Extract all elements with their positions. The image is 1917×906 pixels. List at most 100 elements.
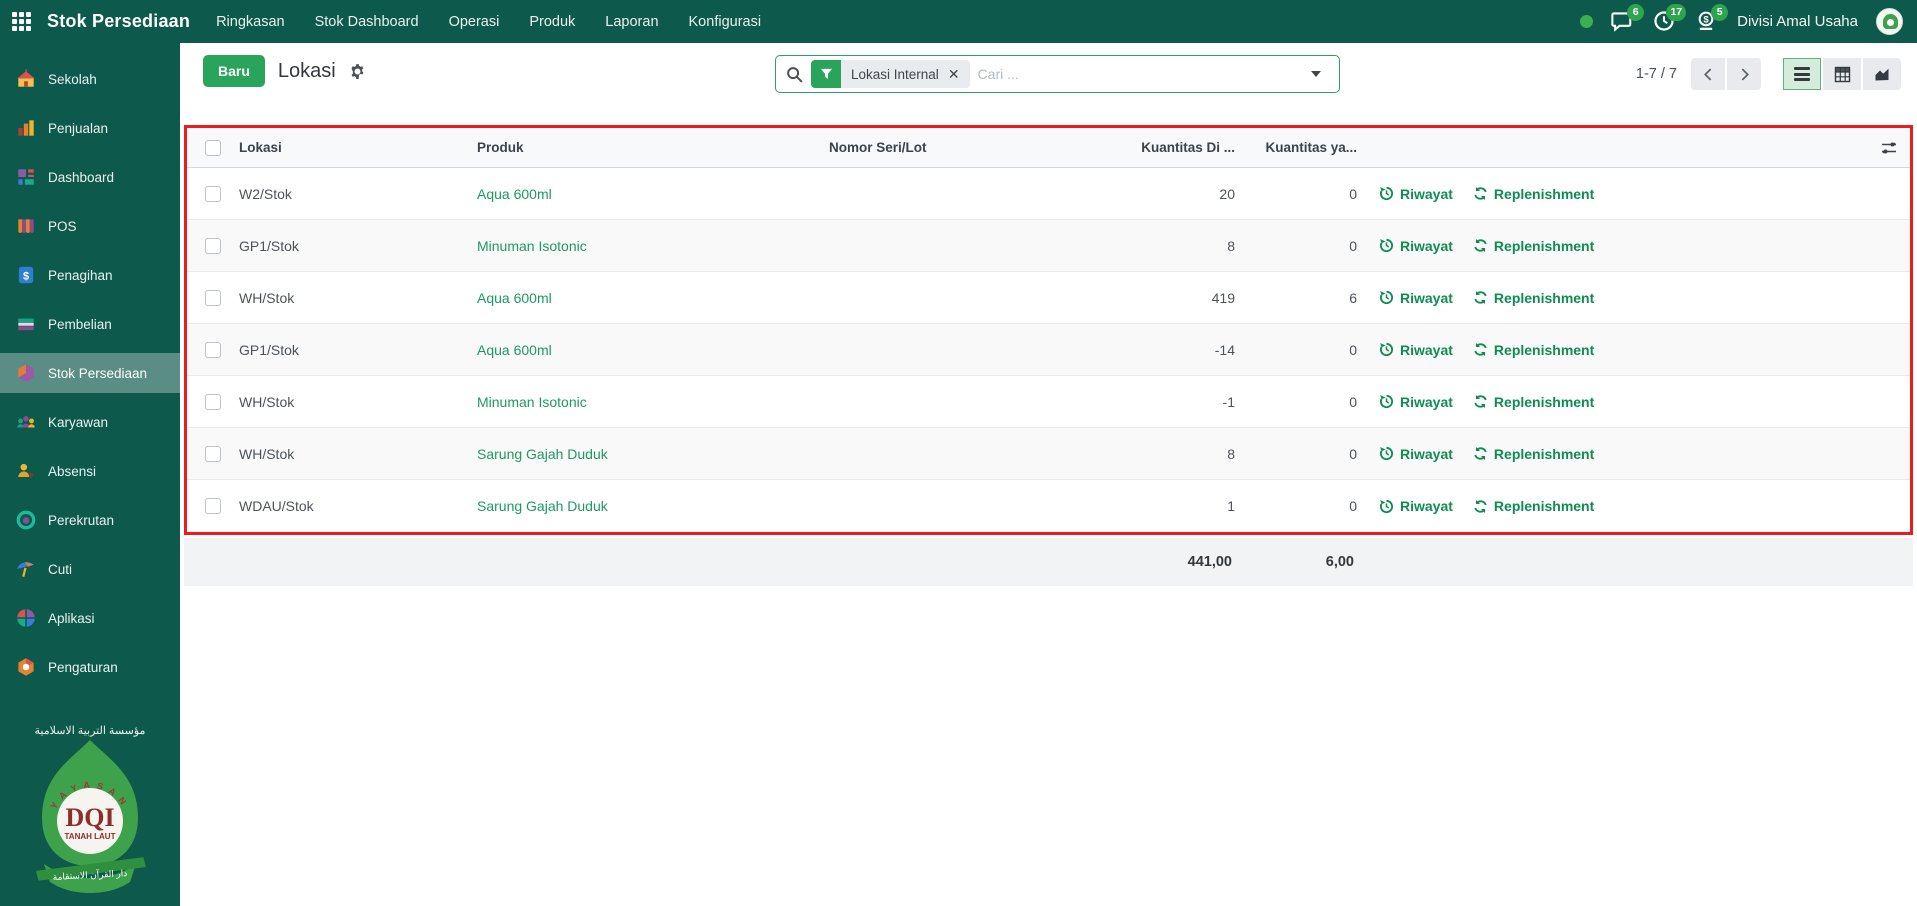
history-button[interactable]: Riwayat	[1379, 342, 1453, 358]
table-row[interactable]: GP1/Stok Minuman Isotonic 8 0 Riwayat Re…	[187, 220, 1910, 272]
sidebar-item-karyawan[interactable]: Karyawan	[0, 402, 180, 442]
table-row[interactable]: WH/Stok Aqua 600ml 419 6 Riwayat Repleni…	[187, 272, 1910, 324]
menu-stok-dashboard[interactable]: Stok Dashboard	[315, 14, 419, 30]
column-header-produk[interactable]: Produk	[477, 140, 829, 155]
table-header-row: Lokasi Produk Nomor Seri/Lot Kuantitas D…	[187, 128, 1910, 168]
column-header-serial[interactable]: Nomor Seri/Lot	[829, 140, 1129, 155]
history-icon	[1379, 446, 1394, 461]
cell-produk-link[interactable]: Sarung Gajah Duduk	[477, 498, 829, 514]
sidebar-item-pos[interactable]: POS	[0, 206, 180, 246]
user-name[interactable]: Divisi Amal Usaha	[1737, 13, 1858, 30]
replenishment-button[interactable]: Replenishment	[1473, 186, 1594, 202]
history-button[interactable]: Riwayat	[1379, 446, 1453, 462]
sidebar-item-label: Cuti	[48, 562, 72, 577]
cell-produk-link[interactable]: Aqua 600ml	[477, 290, 829, 306]
actions-gear-icon[interactable]	[349, 63, 366, 80]
replenishment-button[interactable]: Replenishment	[1473, 238, 1594, 254]
history-button[interactable]: Riwayat	[1379, 186, 1453, 202]
facet-remove-icon[interactable]: ✕	[948, 67, 960, 81]
cell-qty-on-hand: -14	[1129, 342, 1241, 358]
cell-produk-link[interactable]: Minuman Isotonic	[477, 238, 829, 254]
main-menu: Ringkasan Stok Dashboard Operasi Produk …	[216, 14, 761, 30]
sidebar-item-stok-persediaan[interactable]: Stok Persediaan	[0, 353, 180, 393]
row-checkbox[interactable]	[205, 342, 221, 358]
pager-text: 1-7 / 7	[1636, 66, 1677, 82]
search-dropdown-caret[interactable]	[1301, 65, 1331, 83]
view-switcher-graph[interactable]	[1863, 58, 1901, 90]
online-status-dot	[1580, 15, 1593, 28]
cell-lokasi: W2/Stok	[239, 186, 477, 202]
history-button[interactable]: Riwayat	[1379, 290, 1453, 306]
sidebar-item-sekolah[interactable]: Sekolah	[0, 59, 180, 99]
column-header-lokasi[interactable]: Lokasi	[239, 140, 477, 155]
row-checkbox[interactable]	[205, 186, 221, 202]
table-row[interactable]: GP1/Stok Aqua 600ml -14 0 Riwayat Replen…	[187, 324, 1910, 376]
menu-laporan[interactable]: Laporan	[605, 14, 658, 30]
cell-produk-link[interactable]: Aqua 600ml	[477, 342, 829, 358]
sidebar-item-penjualan[interactable]: Penjualan	[0, 108, 180, 148]
search-input[interactable]	[978, 66, 1301, 82]
apps-menu-icon[interactable]	[12, 12, 31, 31]
cell-produk-link[interactable]: Sarung Gajah Duduk	[477, 446, 829, 462]
table-row[interactable]: W2/Stok Aqua 600ml 20 0 Riwayat Replenis…	[187, 168, 1910, 220]
replenishment-button[interactable]: Replenishment	[1473, 290, 1594, 306]
row-checkbox[interactable]	[205, 290, 221, 306]
sidebar-item-label: POS	[48, 219, 77, 234]
messages-badge: 6	[1627, 4, 1644, 21]
table-row[interactable]: WDAU/Stok Sarung Gajah Duduk 1 0 Riwayat…	[187, 480, 1910, 532]
history-icon	[1379, 342, 1394, 357]
column-header-qty-reserved[interactable]: Kuantitas ya...	[1241, 140, 1363, 155]
sidebar-item-pengaturan[interactable]: Pengaturan	[0, 647, 180, 687]
replenishment-button[interactable]: Replenishment	[1473, 498, 1594, 514]
optional-columns-icon[interactable]	[1880, 139, 1898, 157]
cell-produk-link[interactable]: Minuman Isotonic	[477, 394, 829, 410]
cell-produk-link[interactable]: Aqua 600ml	[477, 186, 829, 202]
menu-operasi[interactable]: Operasi	[449, 14, 500, 30]
history-button[interactable]: Riwayat	[1379, 238, 1453, 254]
history-button[interactable]: Riwayat	[1379, 394, 1453, 410]
sidebar-item-dashboard[interactable]: Dashboard	[0, 157, 180, 197]
row-checkbox[interactable]	[205, 498, 221, 514]
svg-text:DQI: DQI	[65, 803, 114, 832]
cell-qty-reserved: 0	[1241, 498, 1363, 514]
menu-konfigurasi[interactable]: Konfigurasi	[689, 14, 762, 30]
refresh-icon	[1473, 290, 1488, 305]
sidebar-item-pembelian[interactable]: Pembelian	[0, 304, 180, 344]
sidebar-item-perekrutan[interactable]: Perekrutan	[0, 500, 180, 540]
table-row[interactable]: WH/Stok Minuman Isotonic -1 0 Riwayat Re…	[187, 376, 1910, 428]
pager-previous-button[interactable]	[1691, 58, 1725, 90]
replenishment-label: Replenishment	[1494, 290, 1594, 306]
replenishment-button[interactable]: Replenishment	[1473, 394, 1594, 410]
svg-text:$: $	[23, 270, 29, 282]
user-avatar[interactable]	[1876, 8, 1903, 35]
pivot-view-icon	[1834, 66, 1851, 83]
payments-icon[interactable]: $ 5	[1695, 10, 1719, 34]
replenishment-button[interactable]: Replenishment	[1473, 446, 1594, 462]
messages-icon[interactable]: 6	[1611, 10, 1635, 34]
row-checkbox[interactable]	[205, 238, 221, 254]
activities-clock-icon[interactable]: 17	[1653, 10, 1677, 34]
sidebar-item-cuti[interactable]: Cuti	[0, 549, 180, 589]
sidebar-item-absensi[interactable]: Absensi	[0, 451, 180, 491]
new-record-button[interactable]: Baru	[203, 55, 265, 87]
select-all-checkbox[interactable]	[205, 140, 221, 156]
table-row[interactable]: WH/Stok Sarung Gajah Duduk 8 0 Riwayat R…	[187, 428, 1910, 480]
view-switcher-pivot[interactable]	[1823, 58, 1861, 90]
row-checkbox[interactable]	[205, 446, 221, 462]
row-checkbox[interactable]	[205, 394, 221, 410]
page-title: Lokasi	[278, 60, 336, 83]
sidebar-item-aplikasi[interactable]: Aplikasi	[0, 598, 180, 638]
column-header-qty-on-hand[interactable]: Kuantitas Di ...	[1129, 140, 1241, 155]
cell-qty-on-hand: 20	[1129, 186, 1241, 202]
cell-qty-reserved: 0	[1241, 394, 1363, 410]
history-label: Riwayat	[1400, 290, 1453, 306]
pager-next-button[interactable]	[1727, 58, 1761, 90]
view-switcher-list[interactable]	[1783, 58, 1821, 90]
menu-ringkasan[interactable]: Ringkasan	[216, 14, 285, 30]
menu-produk[interactable]: Produk	[529, 14, 575, 30]
history-button[interactable]: Riwayat	[1379, 498, 1453, 514]
sidebar-item-penagihan[interactable]: $ Penagihan	[0, 255, 180, 295]
cell-qty-reserved: 0	[1241, 238, 1363, 254]
replenishment-button[interactable]: Replenishment	[1473, 342, 1594, 358]
search-bar: Lokasi Internal ✕	[775, 55, 1340, 93]
